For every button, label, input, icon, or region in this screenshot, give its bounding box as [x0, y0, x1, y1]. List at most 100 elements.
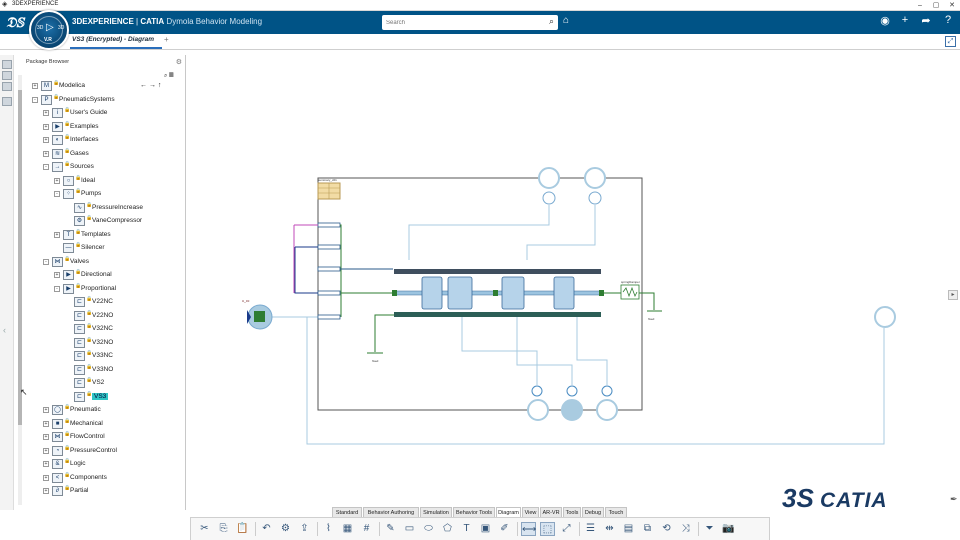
expand-panel-icon[interactable]: ▸: [948, 290, 958, 300]
diagram-svg[interactable]: summary_c01 springDamper fixed u_cc fixe…: [187, 55, 960, 510]
tree-expander-icon[interactable]: +: [54, 272, 60, 278]
settings-icon[interactable]: ⚙: [278, 522, 293, 536]
search-icon[interactable]: ⌕: [164, 73, 167, 79]
spring-damper[interactable]: [620, 284, 640, 300]
sensor-icon[interactable]: [542, 191, 556, 205]
tree-expander-icon[interactable]: +: [43, 420, 49, 427]
camera-icon[interactable]: 📷: [721, 522, 736, 536]
diagram-canvas[interactable]: summary_c01 springDamper fixed u_cc fixe…: [187, 55, 960, 510]
connector-icon[interactable]: ⟷: [521, 522, 536, 536]
cut-icon[interactable]: ✂: [197, 522, 212, 536]
dassault-logo-icon[interactable]: 𝔇𝕊: [6, 14, 24, 31]
play-icon[interactable]: ▷: [46, 22, 54, 33]
port-circle[interactable]: [527, 399, 549, 421]
action-tab[interactable]: Touch: [605, 507, 627, 517]
action-tab[interactable]: Behavior Tools: [453, 507, 495, 517]
help-icon[interactable]: ?: [941, 14, 955, 26]
tree-expander-icon[interactable]: +: [43, 407, 49, 413]
action-tab[interactable]: AR-VR: [540, 507, 562, 517]
filter-icon[interactable]: ▦: [169, 73, 174, 79]
sensor-icon[interactable]: [588, 191, 602, 205]
properties-toggle-icon[interactable]: [2, 97, 12, 106]
scrollbar-thumb[interactable]: [18, 90, 22, 425]
distribute-icon[interactable]: ⇹: [602, 522, 617, 536]
input-connector[interactable]: [317, 244, 341, 250]
tree-expander-icon[interactable]: +: [43, 137, 49, 143]
route-icon[interactable]: ⤨: [678, 522, 693, 536]
port-circle[interactable]: [596, 399, 618, 421]
polygon-icon[interactable]: ⬠: [440, 522, 455, 536]
forward-arrow-icon[interactable]: →: [149, 82, 156, 89]
components-toggle-icon[interactable]: [2, 71, 12, 80]
flip-icon[interactable]: ⟲: [659, 522, 674, 536]
tree-expander-icon[interactable]: -: [32, 96, 38, 103]
browser-scrollbar[interactable]: [18, 75, 22, 505]
pen-icon[interactable]: ✎: [383, 522, 398, 536]
source-block[interactable]: [254, 311, 265, 322]
port-circle[interactable]: [538, 167, 560, 189]
spool-piston[interactable]: [447, 276, 473, 310]
add-tab-button[interactable]: +: [164, 35, 169, 44]
edit-icon[interactable]: ✐: [497, 522, 512, 536]
tree-expander-icon[interactable]: +: [54, 177, 60, 184]
input-connector[interactable]: [317, 314, 341, 320]
undo-icon[interactable]: ↶: [259, 522, 274, 536]
action-tab[interactable]: Standard: [332, 507, 362, 517]
tab-diagram[interactable]: VS3 (Encrypted) - Diagram: [72, 36, 154, 43]
rectangle-icon[interactable]: ▭: [402, 522, 417, 536]
action-tab[interactable]: Simulation: [420, 507, 452, 517]
tree-expander-icon[interactable]: +: [43, 488, 49, 494]
browser-settings-icon[interactable]: ⚙: [176, 58, 182, 66]
back-arrow-icon[interactable]: ←: [140, 82, 147, 89]
up-arrow-icon[interactable]: ↑: [158, 82, 162, 89]
compass-widget[interactable]: 3D ▷ 3D V.R: [29, 10, 69, 50]
spool-piston[interactable]: [501, 276, 525, 310]
tree-expander-icon[interactable]: -: [54, 285, 60, 292]
share-icon[interactable]: ➦: [919, 14, 933, 27]
tree-expander-icon[interactable]: +: [54, 231, 60, 238]
connect-icon[interactable]: ⌇: [321, 522, 336, 536]
align-icon[interactable]: ☰: [583, 522, 598, 536]
input-connector[interactable]: [317, 290, 341, 296]
port-circle[interactable]: [874, 306, 896, 328]
layer-icon[interactable]: ▤: [621, 522, 636, 536]
search-icon[interactable]: ⌕: [549, 16, 554, 27]
paste-icon[interactable]: 📋: [235, 522, 250, 536]
group-icon[interactable]: ⧉: [640, 522, 655, 536]
tree-expander-icon[interactable]: +: [43, 447, 49, 454]
feather-icon[interactable]: ✒: [950, 494, 958, 505]
tree-expander-icon[interactable]: +: [32, 83, 38, 89]
add-icon[interactable]: +: [898, 14, 912, 26]
sensor-icon[interactable]: [531, 385, 543, 397]
user-profile-icon[interactable]: ◉: [878, 14, 892, 27]
filter-icon[interactable]: ⏷: [702, 522, 717, 536]
grid-icon[interactable]: ▦: [340, 522, 355, 536]
port-circle[interactable]: [584, 167, 606, 189]
ellipse-icon[interactable]: ⬭: [421, 522, 436, 536]
expand-icon[interactable]: ⤢: [945, 36, 956, 47]
tree-expander-icon[interactable]: -: [43, 164, 49, 170]
text-icon[interactable]: T: [459, 522, 474, 536]
tree-expander-icon[interactable]: -: [54, 191, 60, 197]
maximize-button[interactable]: ▢: [928, 0, 944, 11]
spool-piston[interactable]: [553, 276, 575, 310]
port-circle-filled[interactable]: [561, 399, 583, 421]
input-connector[interactable]: [317, 222, 341, 228]
search-box[interactable]: ⌕: [382, 15, 558, 30]
sensor-icon[interactable]: [566, 385, 578, 397]
fit-icon[interactable]: ⤢: [559, 522, 574, 536]
export-icon[interactable]: ⇪: [297, 522, 312, 536]
sensor-icon[interactable]: [601, 385, 613, 397]
tree-expander-icon[interactable]: -: [43, 258, 49, 265]
image-icon[interactable]: ▣: [478, 522, 493, 536]
tree-expander-icon[interactable]: +: [43, 474, 49, 481]
tree-expander-icon[interactable]: +: [43, 110, 49, 116]
tree-expander-icon[interactable]: +: [43, 150, 49, 157]
action-tab[interactable]: Debug: [582, 507, 604, 517]
tree-expander-icon[interactable]: +: [43, 123, 49, 130]
select-icon[interactable]: ⬚: [540, 522, 555, 536]
spool-piston[interactable]: [421, 276, 443, 310]
tag-icon[interactable]: ⌂: [563, 15, 569, 26]
tree-expander-icon[interactable]: +: [43, 434, 49, 440]
minimize-button[interactable]: –: [912, 0, 928, 11]
